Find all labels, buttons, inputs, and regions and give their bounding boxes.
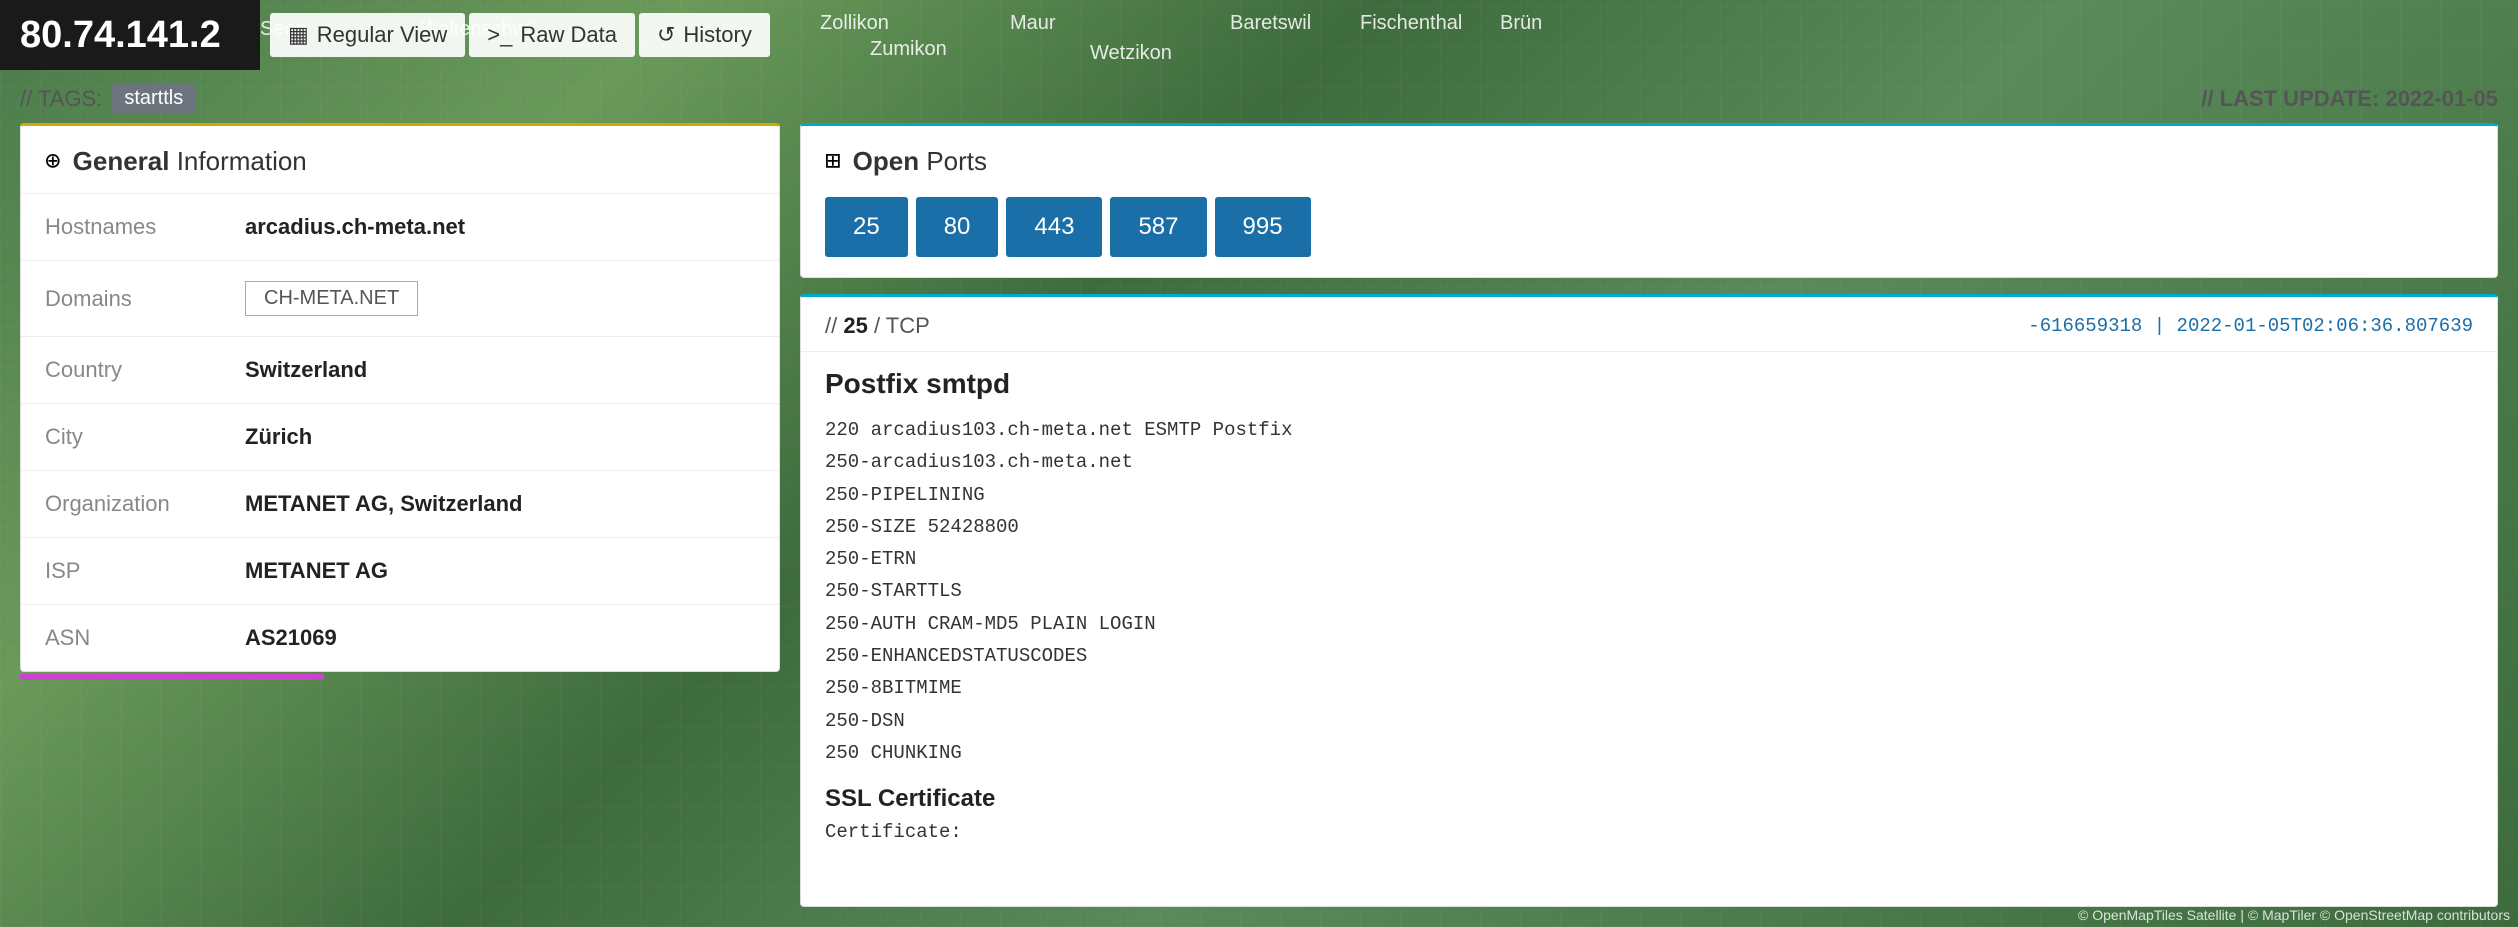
globe-icon: ⊕ bbox=[45, 146, 61, 177]
isp-value: METANET AG bbox=[245, 558, 388, 584]
info-row-country: Country Switzerland bbox=[21, 337, 779, 404]
general-info-title: General Information bbox=[73, 146, 307, 177]
info-row-asn: ASN AS21069 bbox=[21, 605, 779, 671]
tags-row: // TAGS: starttls // LAST UPDATE: 2022-0… bbox=[0, 70, 2518, 123]
history-icon: ↺ bbox=[657, 22, 675, 48]
info-row-isp: ISP METANET AG bbox=[21, 538, 779, 605]
scroll-indicator bbox=[20, 674, 780, 680]
raw-data-label: Raw Data bbox=[520, 22, 617, 48]
organization-label: Organization bbox=[45, 491, 245, 517]
ssl-title: SSL Certificate bbox=[825, 785, 2473, 813]
organization-value: METANET AG, Switzerland bbox=[245, 491, 522, 517]
country-label: Country bbox=[45, 357, 245, 383]
tags-label: // TAGS: bbox=[20, 86, 102, 112]
tag-starttls[interactable]: starttls bbox=[112, 84, 195, 113]
isp-label: ISP bbox=[45, 558, 245, 584]
last-update-label: // LAST UPDATE: bbox=[2201, 86, 2379, 111]
tcp-meta: -616659318 | 2022-01-05T02:06:36.807639 bbox=[2028, 315, 2473, 337]
info-row-organization: Organization METANET AG, Switzerland bbox=[21, 471, 779, 538]
port-btn-443[interactable]: 443 bbox=[1006, 197, 1102, 257]
domain-badge[interactable]: CH-META.NET bbox=[245, 281, 418, 316]
left-panel: ⊕ General Information Hostnames arcadius… bbox=[20, 123, 780, 907]
general-title-rest: Information bbox=[169, 146, 306, 176]
asn-value: AS21069 bbox=[245, 625, 337, 651]
info-row-domains: Domains CH-META.NET bbox=[21, 261, 779, 337]
asn-label: ASN bbox=[45, 625, 245, 651]
hostnames-label: Hostnames bbox=[45, 214, 245, 240]
info-table: Hostnames arcadius.ch-meta.net Domains C… bbox=[21, 194, 779, 671]
general-title-bold: General bbox=[73, 146, 170, 176]
top-bar: 80.74.141.2 ▦ Regular View >_ Raw Data ↺… bbox=[0, 0, 2518, 70]
tcp-protocol: TCP bbox=[886, 313, 930, 338]
general-info-header: ⊕ General Information bbox=[21, 126, 779, 194]
service-name: Postfix smtpd bbox=[825, 368, 2473, 400]
last-update-section: // LAST UPDATE: 2022-01-05 bbox=[2201, 86, 2498, 112]
port-buttons: 25 80 443 587 995 bbox=[825, 197, 2473, 257]
tcp-header: // 25 / TCP -616659318 | 2022-01-05T02:0… bbox=[801, 297, 2497, 352]
city-value: Zürich bbox=[245, 424, 312, 450]
port-btn-80[interactable]: 80 bbox=[916, 197, 999, 257]
tcp-detail-card: // 25 / TCP -616659318 | 2022-01-05T02:0… bbox=[800, 294, 2498, 907]
info-row-hostnames: Hostnames arcadius.ch-meta.net bbox=[21, 194, 779, 261]
history-label: History bbox=[683, 22, 751, 48]
main-content: // TAGS: starttls // LAST UPDATE: 2022-0… bbox=[0, 70, 2518, 927]
tcp-meta-date: 2022-01-05T02:06:36.807639 bbox=[2177, 315, 2473, 337]
tcp-meta-id: -616659318 bbox=[2028, 315, 2142, 337]
info-row-city: City Zürich bbox=[21, 404, 779, 471]
main-columns: ⊕ General Information Hostnames arcadius… bbox=[0, 123, 2518, 927]
hostnames-value: arcadius.ch-meta.net bbox=[245, 214, 465, 240]
raw-data-tab[interactable]: >_ Raw Data bbox=[469, 13, 635, 57]
regular-view-tab[interactable]: ▦ Regular View bbox=[270, 13, 465, 57]
ports-title: Open Ports bbox=[853, 146, 987, 177]
ports-title-bold: Open bbox=[853, 146, 919, 176]
ip-address: 80.74.141.2 bbox=[0, 0, 260, 70]
ssl-data: Certificate: bbox=[825, 821, 2473, 843]
port-btn-25[interactable]: 25 bbox=[825, 197, 908, 257]
regular-view-label: Regular View bbox=[317, 22, 447, 48]
port-btn-995[interactable]: 995 bbox=[1215, 197, 1311, 257]
general-info-card: ⊕ General Information Hostnames arcadius… bbox=[20, 123, 780, 672]
open-ports-card: ⊞ Open Ports 25 80 443 587 995 bbox=[800, 123, 2498, 278]
history-tab[interactable]: ↺ History bbox=[639, 13, 770, 57]
network-icon: ⊞ bbox=[825, 146, 841, 177]
ports-title-rest: Ports bbox=[919, 146, 987, 176]
last-update-value: 2022-01-05 bbox=[2385, 86, 2498, 111]
port-btn-587[interactable]: 587 bbox=[1110, 197, 1206, 257]
raw-data-icon: >_ bbox=[487, 22, 512, 48]
right-panel: ⊞ Open Ports 25 80 443 587 995 // 2 bbox=[800, 123, 2498, 907]
regular-view-icon: ▦ bbox=[288, 22, 309, 48]
country-value: Switzerland bbox=[245, 357, 367, 383]
tags-section: // TAGS: starttls bbox=[20, 84, 195, 113]
nav-tabs: ▦ Regular View >_ Raw Data ↺ History bbox=[270, 13, 770, 57]
service-banner: 220 arcadius103.ch-meta.net ESMTP Postfi… bbox=[825, 414, 2473, 769]
ports-header: ⊞ Open Ports bbox=[825, 146, 2473, 177]
tcp-port: 25 bbox=[843, 313, 867, 338]
tcp-title: // 25 / TCP bbox=[825, 313, 930, 339]
tcp-body: Postfix smtpd 220 arcadius103.ch-meta.ne… bbox=[801, 352, 2497, 859]
city-label: City bbox=[45, 424, 245, 450]
domains-label: Domains bbox=[45, 286, 245, 312]
